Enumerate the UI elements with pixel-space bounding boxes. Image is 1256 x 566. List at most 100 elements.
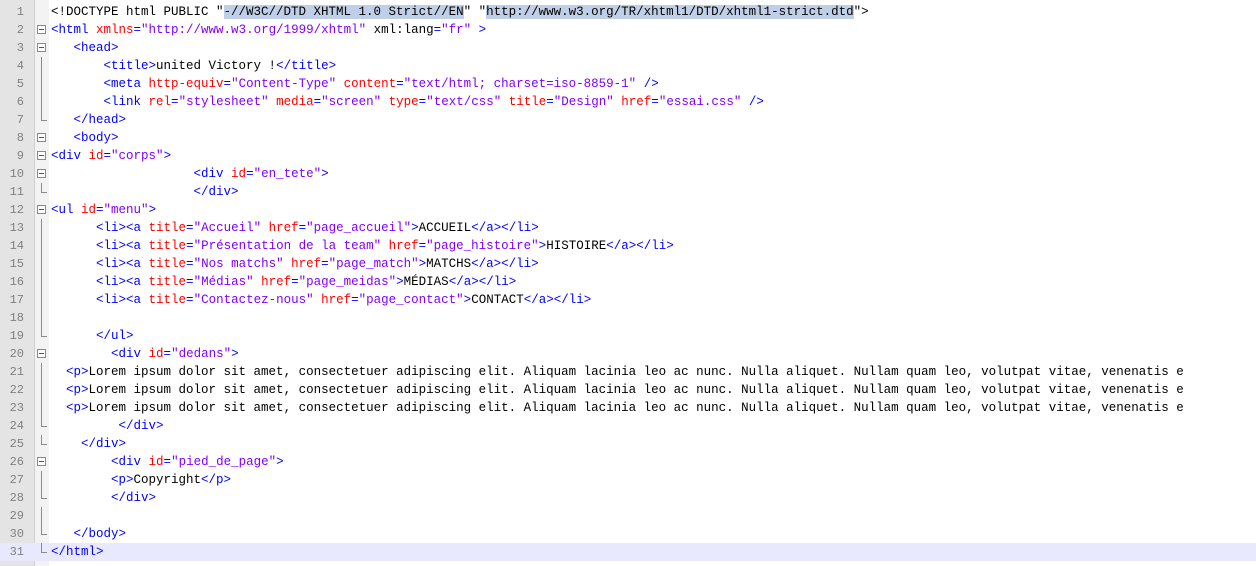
code-line[interactable]: 25 </div> — [0, 435, 1256, 453]
fold-collapse-icon[interactable] — [37, 25, 46, 34]
code-line[interactable]: 4 <title>united Victory !</title> — [0, 57, 1256, 75]
code-line[interactable]: 9 <div id="corps"> — [0, 147, 1256, 165]
line-number: 13 — [9, 221, 24, 235]
code-line-content: </head> — [51, 111, 127, 129]
code-token: <p> — [66, 383, 89, 397]
code-line[interactable]: 17 <li><a title="Contactez-nous" href="p… — [0, 291, 1256, 309]
code-line[interactable]: 19 </ul> — [0, 327, 1256, 345]
code-token: "Médias" — [193, 275, 254, 289]
code-token: title — [148, 257, 187, 271]
code-token: > — [471, 23, 487, 37]
code-token: "menu" — [103, 203, 149, 217]
code-line[interactable]: 22 <p>Lorem ipsum dolor sit amet, consec… — [0, 381, 1256, 399]
fold-collapse-icon[interactable] — [37, 43, 46, 52]
code-line[interactable]: 13 <li><a title="Accueil" href="page_acc… — [0, 219, 1256, 237]
code-line[interactable]: 21 <p>Lorem ipsum dolor sit amet, consec… — [0, 363, 1256, 381]
code-line-content: <title>united Victory !</title> — [51, 57, 337, 75]
fold-guide-line — [41, 507, 42, 525]
code-text-area[interactable]: 1 <!DOCTYPE html PUBLIC "-//W3C//DTD XHTM… — [0, 0, 1256, 566]
code-line[interactable]: 18 — [0, 309, 1256, 327]
code-token: type — [388, 95, 419, 109]
line-number: 31 — [9, 545, 24, 559]
selected-text: -//W3C//DTD XHTML 1.0 Strict//EN — [223, 5, 464, 19]
code-token: <li><a — [96, 293, 149, 307]
fold-collapse-icon[interactable] — [37, 133, 46, 142]
code-line-content: <li><a title="Médias" href="page_meidas"… — [51, 273, 516, 291]
fold-collapse-icon[interactable] — [37, 349, 46, 358]
code-line[interactable]: 16 <li><a title="Médias" href="page_meid… — [0, 273, 1256, 291]
code-token: "pied_de_page" — [171, 455, 277, 469]
fold-collapse-icon[interactable] — [37, 169, 46, 178]
fold-collapse-icon[interactable] — [37, 457, 46, 466]
fold-guide-line — [41, 255, 42, 273]
code-line[interactable]: 23 <p>Lorem ipsum dolor sit amet, consec… — [0, 399, 1256, 417]
fold-end-marker — [41, 525, 47, 535]
selected-text: http://www.w3.org/TR/xhtml1/DTD/xhtml1-s… — [486, 5, 854, 19]
code-line[interactable]: 10 <div id="en_tete"> — [0, 165, 1256, 183]
code-token: = — [298, 221, 307, 235]
code-token: = — [186, 257, 194, 271]
code-line-content: </div> — [51, 183, 239, 201]
code-token: "essai.css" — [658, 95, 742, 109]
code-line[interactable]: 2 <html xmlns="http://www.w3.org/1999/xht… — [0, 21, 1256, 39]
code-token: </a></li> — [448, 275, 517, 289]
code-line[interactable]: 27 <p>Copyright</p> — [0, 471, 1256, 489]
code-token: <!DOCTYPE html PUBLIC " — [51, 5, 224, 19]
code-line[interactable]: 29 — [0, 507, 1256, 525]
code-token: > — [321, 167, 329, 181]
code-line-content: </body> — [51, 525, 127, 543]
fold-collapse-icon[interactable] — [37, 205, 46, 214]
code-line-content: <p>Lorem ipsum dolor sit amet, consectet… — [51, 363, 1184, 381]
code-line-content: <link rel="stylesheet" media="screen" ty… — [51, 93, 764, 111]
code-line-content: </div> — [51, 489, 156, 507]
code-line-content: <!DOCTYPE html PUBLIC "-//W3C//DTD XHTML… — [51, 3, 869, 21]
code-token: = — [163, 347, 172, 361]
code-line[interactable]: 3 <head> — [0, 39, 1256, 57]
code-line[interactable]: 12 <ul id="menu"> — [0, 201, 1256, 219]
line-number: 15 — [9, 257, 24, 271]
code-token: id — [148, 347, 164, 361]
code-token: "Content-Type" — [231, 77, 337, 91]
code-line[interactable]: 5 <meta http-equiv="Content-Type" conten… — [0, 75, 1256, 93]
code-token: = — [418, 239, 427, 253]
line-number: 1 — [16, 5, 24, 19]
code-line[interactable]: 20 <div id="dedans"> — [0, 345, 1256, 363]
code-line[interactable]: 8 <body> — [0, 129, 1256, 147]
code-line-content: <head> — [51, 39, 119, 57]
line-number: 29 — [9, 509, 24, 523]
code-token: href — [268, 221, 299, 235]
code-token: href — [261, 275, 292, 289]
code-token: > — [276, 455, 284, 469]
fold-collapse-icon[interactable] — [37, 151, 46, 160]
code-token: http-equiv — [148, 77, 224, 91]
code-line[interactable]: 31 </html> — [0, 543, 1256, 561]
code-line[interactable]: 7 </head> — [0, 111, 1256, 129]
code-editor[interactable]: 1 <!DOCTYPE html PUBLIC "-//W3C//DTD XHTM… — [0, 0, 1256, 566]
code-token: = — [291, 275, 299, 289]
line-number: 8 — [16, 131, 24, 145]
code-line[interactable]: 24 </div> — [0, 417, 1256, 435]
code-token: "Nos matchs" — [193, 257, 284, 271]
code-token: href — [621, 95, 652, 109]
code-token: CONTACT — [471, 293, 524, 307]
code-line[interactable]: 14 <li><a title="Présentation de la team… — [0, 237, 1256, 255]
code-line[interactable]: 26 <div id="pied_de_page"> — [0, 453, 1256, 471]
code-token: = — [103, 149, 112, 163]
line-number: 10 — [9, 167, 24, 181]
code-line[interactable]: 28 </div> — [0, 489, 1256, 507]
code-line[interactable]: 6 <link rel="stylesheet" media="screen" … — [0, 93, 1256, 111]
code-line[interactable]: 11 </div> — [0, 183, 1256, 201]
code-line[interactable]: 30 </body> — [0, 525, 1256, 543]
fold-guide-line — [41, 93, 42, 111]
code-line[interactable]: 15 <li><a title="Nos matchs" href="page_… — [0, 255, 1256, 273]
code-line[interactable]: 1 <!DOCTYPE html PUBLIC "-//W3C//DTD XHTM… — [0, 3, 1256, 21]
